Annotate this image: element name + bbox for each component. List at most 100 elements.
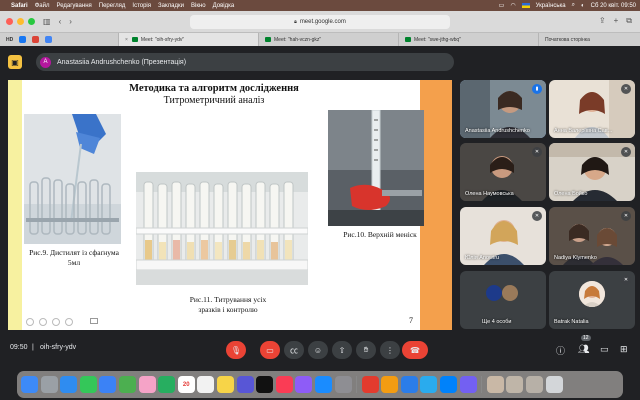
tab-start-page[interactable]: Початкова сторінка <box>538 33 596 46</box>
sidebar-icon[interactable]: ▥ <box>43 17 51 26</box>
facetime-icon[interactable] <box>158 376 176 393</box>
wifi-icon[interactable]: ◠ <box>510 2 515 9</box>
ukraine-flag-icon[interactable] <box>521 3 530 8</box>
participant-tile[interactable]: ✕ Юлія Anowiru <box>460 207 546 265</box>
caption-fig11-line2: зразків і контролю <box>198 305 258 314</box>
share-icon[interactable]: ⇪ <box>599 16 606 26</box>
chat-icon[interactable]: ▭ <box>600 344 609 355</box>
more-participants-tile[interactable]: Ще 4 особи <box>460 271 546 329</box>
zoom-window-button[interactable] <box>28 18 35 25</box>
pdf-app-icon[interactable] <box>361 376 379 393</box>
menu-help[interactable]: Довідка <box>213 3 235 9</box>
shared-slide: Методика та алгоритм дослідження Титроме… <box>8 80 452 330</box>
google-icon[interactable] <box>45 36 53 43</box>
more-options-button[interactable]: ⋮ <box>380 341 400 359</box>
participant-name: Anastasiia Andrushchenko <box>465 128 530 134</box>
music-icon[interactable] <box>275 376 293 393</box>
word-icon[interactable] <box>400 376 418 393</box>
podcasts-icon[interactable] <box>295 376 313 393</box>
document-thumbnail-icon[interactable] <box>486 376 504 393</box>
trash-icon[interactable] <box>545 376 563 393</box>
activities-icon[interactable]: ⊞ <box>620 344 628 355</box>
menu-edit[interactable]: Редагування <box>56 3 91 9</box>
document-thumbnail-icon[interactable] <box>506 376 524 393</box>
info-icon[interactable]: ⓘ <box>556 344 565 357</box>
menu-file[interactable]: Файл <box>35 3 50 9</box>
menu-view[interactable]: Перегляд <box>99 3 126 9</box>
address-bar[interactable]: 🔒︎ meet.google.com <box>190 15 450 29</box>
leave-call-button[interactable]: ☎︎ <box>402 341 428 359</box>
slide-tool-menu-icon[interactable] <box>65 318 73 326</box>
document-thumbnail-icon[interactable] <box>526 376 544 393</box>
mic-off-icon: 🎙︎ <box>230 345 242 355</box>
new-tab-icon[interactable]: + <box>614 16 619 26</box>
apple-tv-icon[interactable] <box>256 376 274 393</box>
caption-fig9-line1: Рис.9. Дистилят із сфаґнума <box>29 248 119 257</box>
tab-meet-1[interactable]: × Meet: "oih-sfry-ydv" <box>118 33 258 46</box>
raise-hand-button[interactable]: ✋︎ <box>356 341 376 359</box>
app-store-icon[interactable] <box>314 376 332 393</box>
close-window-button[interactable] <box>6 18 13 25</box>
search-icon[interactable]: ⌕ <box>572 2 575 9</box>
back-icon[interactable]: ‹ <box>59 17 62 26</box>
participant-tile[interactable]: ✕ Batrak Natalia <box>549 271 635 329</box>
finder-icon[interactable] <box>21 376 38 393</box>
gmail-icon[interactable] <box>32 36 40 43</box>
control-center-icon[interactable]: ◐ <box>581 3 585 9</box>
telegram-icon[interactable] <box>420 376 438 393</box>
books-icon[interactable] <box>381 376 399 393</box>
participant-tile[interactable]: ✕ Олена Наумовська <box>460 143 546 201</box>
viber-icon[interactable] <box>459 376 477 393</box>
pipette-test-tubes-illustration <box>24 114 121 244</box>
favorite-hd[interactable]: HD <box>6 37 13 43</box>
freeform-icon[interactable] <box>236 376 254 393</box>
facebook-icon[interactable] <box>19 36 27 43</box>
slide-camera-icon[interactable] <box>90 318 98 324</box>
menu-history[interactable]: Історія <box>132 3 151 9</box>
participant-tile[interactable]: ✕ Анна Валеріївна Сав... <box>549 80 635 138</box>
slide-tool-pen-icon[interactable] <box>39 318 47 326</box>
slide-tool-zoom-icon[interactable] <box>52 318 60 326</box>
tab-meet-2[interactable]: Meet: "hah-vczn-gkz" <box>258 33 398 46</box>
keyboard-layout[interactable]: Українська <box>536 3 566 9</box>
reactions-button[interactable]: ☺ <box>308 341 328 359</box>
presentation-icon[interactable]: ▣ <box>8 55 22 69</box>
minimize-window-button[interactable] <box>17 18 24 25</box>
muted-mic-icon: ✕ <box>621 84 631 94</box>
menu-window[interactable]: Вікно <box>191 3 206 9</box>
slide-tool-back-icon[interactable] <box>26 318 34 326</box>
close-tab-icon[interactable]: × <box>125 37 128 43</box>
participant-tile[interactable]: ✕ Олена Бойко <box>549 143 635 201</box>
notes-icon[interactable] <box>216 376 234 393</box>
toggle-mic-button[interactable]: 🎙︎ <box>226 341 246 359</box>
menubar-status: ▭ ◠ Українська ⌕ ◐ Сб 20 квіт. 09:50 <box>499 2 636 9</box>
launchpad-icon[interactable] <box>40 376 58 393</box>
more-avatar <box>502 285 518 301</box>
participant-tile[interactable]: ▮ Anastasiia Andrushchenko <box>460 80 546 138</box>
calendar-day: 20 <box>182 381 190 388</box>
calendar-icon[interactable]: 20 <box>177 376 195 393</box>
present-button[interactable]: ⇧ <box>332 341 352 359</box>
maps-icon[interactable] <box>118 376 136 393</box>
messages-icon[interactable] <box>79 376 97 393</box>
messenger-icon[interactable] <box>440 376 458 393</box>
clock[interactable]: Сб 20 квіт. 09:50 <box>591 3 636 9</box>
reminders-icon[interactable] <box>197 376 215 393</box>
people-icon[interactable]: 👥︎ <box>578 344 589 355</box>
participant-tile[interactable]: ✕ Nadiya Klymenko <box>549 207 635 265</box>
menu-app[interactable]: Safari <box>11 3 28 9</box>
menu-bookmarks[interactable]: Закладки <box>158 3 184 9</box>
tab-overview-icon[interactable]: ⧉ <box>626 16 632 26</box>
forward-icon[interactable]: › <box>69 17 72 26</box>
camera-off-icon: ▭ <box>266 345 274 355</box>
toggle-camera-button[interactable]: ▭ <box>260 341 280 359</box>
hang-up-icon: ☎︎ <box>410 345 420 355</box>
mail-icon[interactable] <box>99 376 117 393</box>
system-settings-icon[interactable] <box>334 376 352 393</box>
photos-icon[interactable] <box>138 376 156 393</box>
safari-icon[interactable] <box>60 376 78 393</box>
battery-icon[interactable]: ▭ <box>499 2 505 9</box>
tab-meet-3[interactable]: Meet: "swe-jthg-wbq" <box>398 33 538 46</box>
captions-button[interactable]: ㏄ <box>284 341 304 359</box>
meeting-code[interactable]: oih-sfry-ydv <box>40 344 76 351</box>
